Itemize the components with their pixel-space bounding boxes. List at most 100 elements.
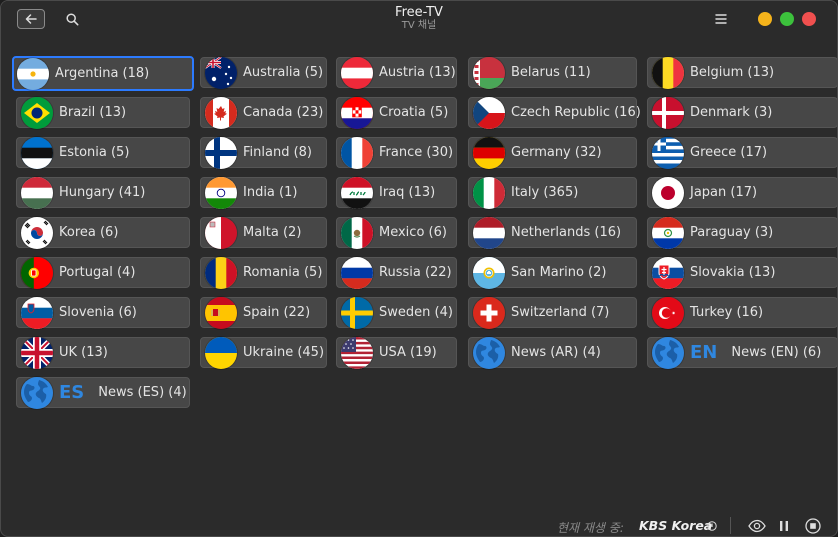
channel-tile-india[interactable]: India (1) <box>200 176 327 209</box>
back-button[interactable] <box>17 9 45 29</box>
channel-tile-label: Korea (6) <box>59 225 119 240</box>
channel-tile-belgium[interactable]: Belgium (13) <box>647 56 837 89</box>
channel-tile-malta[interactable]: Malta (2) <box>200 216 327 249</box>
channel-tile-greece[interactable]: Greece (17) <box>647 136 837 169</box>
channel-tile-iraq[interactable]: Iraq (13) <box>336 176 457 209</box>
channel-tile-label: News (AR) (4) <box>511 345 601 360</box>
channel-tile-slovenia[interactable]: Slovenia (6) <box>16 296 190 329</box>
channel-tile-paraguay[interactable]: Paraguay (3) <box>647 216 837 249</box>
channel-tile-switzerland[interactable]: Switzerland (7) <box>468 296 637 329</box>
channel-tile-sweden[interactable]: Sweden (4) <box>336 296 457 329</box>
channel-tile-label: Netherlands (16) <box>511 225 622 240</box>
india-flag-icon <box>205 176 237 209</box>
finland-flag-icon <box>205 136 237 169</box>
footer-divider <box>730 517 731 534</box>
channel-tile-label: News (ES) (4) <box>98 385 187 400</box>
channel-tile-label: Estonia (5) <box>59 145 130 160</box>
channel-tile-japan[interactable]: Japan (17) <box>647 176 837 209</box>
channel-tile-label: Hungary (41) <box>59 185 146 200</box>
eye-icon[interactable] <box>748 519 766 533</box>
channel-tile-label: Italy (365) <box>511 185 579 200</box>
slovakia-flag-icon <box>652 256 684 289</box>
channel-tile-label: Russia (22) <box>379 265 452 280</box>
channel-tile-russia[interactable]: Russia (22) <box>336 256 457 289</box>
mexico-flag-icon <box>341 216 373 249</box>
channel-tile-label: Ukraine (45) <box>243 345 325 360</box>
channel-tile-estonia[interactable]: Estonia (5) <box>16 136 190 169</box>
portugal-flag-icon <box>21 256 53 289</box>
brazil-flag-icon <box>21 96 53 129</box>
greece-flag-icon <box>652 136 684 169</box>
channel-tile-usa[interactable]: USA (19) <box>336 336 457 369</box>
channel-tile-label: News (EN) (6) <box>731 345 822 360</box>
channel-tile-label: Canada (23) <box>243 105 324 120</box>
ukraine-flag-icon <box>205 336 237 369</box>
pause-icon[interactable] <box>777 519 791 533</box>
channel-tile-label: Slovenia (6) <box>59 305 137 320</box>
channel-tile-australia[interactable]: Australia (5) <box>200 56 327 89</box>
channel-tile-belarus[interactable]: Belarus (11) <box>468 56 637 89</box>
channel-tile-label: San Marino (2) <box>511 265 607 280</box>
channel-tile-canada[interactable]: Canada (23) <box>200 96 327 129</box>
header-bar: Free-TV TV 채널 <box>1 1 837 37</box>
search-button[interactable] <box>63 10 81 28</box>
channel-tile-label: Portugal (4) <box>59 265 136 280</box>
russia-flag-icon <box>341 256 373 289</box>
news-language-code: EN <box>690 342 718 363</box>
canada-flag-icon <box>205 96 237 129</box>
channel-tile-brazil[interactable]: Brazil (13) <box>16 96 190 129</box>
channel-tile-austria[interactable]: Austria (13) <box>336 56 457 89</box>
channel-tile-hungary[interactable]: Hungary (41) <box>16 176 190 209</box>
menu-button[interactable] <box>713 11 729 27</box>
channel-tile-czech[interactable]: Czech Republic (16) <box>468 96 641 129</box>
channel-tile-croatia[interactable]: Croatia (5) <box>336 96 457 129</box>
netherlands-flag-icon <box>473 216 505 249</box>
channel-tile-uk[interactable]: UK (13) <box>16 336 190 369</box>
sweden-flag-icon <box>341 296 373 329</box>
app-title: Free-TV <box>395 5 443 20</box>
channel-tile-finland[interactable]: Finland (8) <box>200 136 327 169</box>
channel-tile-label: Germany (32) <box>511 145 602 160</box>
channel-tile-label: Croatia (5) <box>379 105 449 120</box>
channel-tile-label: Austria (13) <box>379 65 456 80</box>
croatia-flag-icon <box>341 96 373 129</box>
channel-tile-label: Turkey (16) <box>690 305 764 320</box>
channel-tile-label: USA (19) <box>379 345 437 360</box>
australia-flag-icon <box>205 56 237 89</box>
argentina-flag-icon <box>17 57 49 90</box>
france-flag-icon <box>341 136 373 169</box>
app-window: Free-TV TV 채널 Argentina (18) Australia (5… <box>0 0 838 537</box>
channel-tile-turkey[interactable]: Turkey (16) <box>647 296 837 329</box>
channel-tile-romania[interactable]: Romania (5) <box>200 256 327 289</box>
channel-tile-globe-es[interactable]: ES News (ES) (4) <box>16 376 190 409</box>
stop-icon[interactable] <box>805 518 821 534</box>
paraguay-flag-icon <box>652 216 684 249</box>
app-subtitle: TV 채널 <box>401 20 437 31</box>
channel-tile-netherlands[interactable]: Netherlands (16) <box>468 216 637 249</box>
channel-tile-ukraine[interactable]: Ukraine (45) <box>200 336 327 369</box>
channel-tile-denmark[interactable]: Denmark (3) <box>647 96 837 129</box>
channel-tile-label: Slovakia (13) <box>690 265 776 280</box>
arrow-left-icon <box>25 14 37 24</box>
hungary-flag-icon <box>21 176 53 209</box>
channel-tile-label: Belgium (13) <box>690 65 775 80</box>
channel-tile-germany[interactable]: Germany (32) <box>468 136 637 169</box>
close-button[interactable] <box>802 12 816 26</box>
italy-flag-icon <box>473 176 505 209</box>
channel-tile-korea[interactable]: Korea (6) <box>16 216 190 249</box>
minimize-button[interactable] <box>758 12 772 26</box>
channel-tile-globe-en[interactable]: EN News (EN) (6) <box>647 336 837 369</box>
maximize-button[interactable] <box>780 12 794 26</box>
iraq-flag-icon <box>341 176 373 209</box>
uk-flag-icon <box>21 336 53 369</box>
channel-tile-sanmarino[interactable]: San Marino (2) <box>468 256 637 289</box>
channel-tile-france[interactable]: France (30) <box>336 136 457 169</box>
channel-tile-portugal[interactable]: Portugal (4) <box>16 256 190 289</box>
channel-tile-argentina[interactable]: Argentina (18) <box>12 56 194 91</box>
channel-tile-globe-ar[interactable]: News (AR) (4) <box>468 336 637 369</box>
channel-tile-mexico[interactable]: Mexico (6) <box>336 216 457 249</box>
turkey-flag-icon <box>652 296 684 329</box>
channel-tile-italy[interactable]: Italy (365) <box>468 176 637 209</box>
channel-tile-spain[interactable]: Spain (22) <box>200 296 327 329</box>
channel-tile-slovakia[interactable]: Slovakia (13) <box>647 256 837 289</box>
